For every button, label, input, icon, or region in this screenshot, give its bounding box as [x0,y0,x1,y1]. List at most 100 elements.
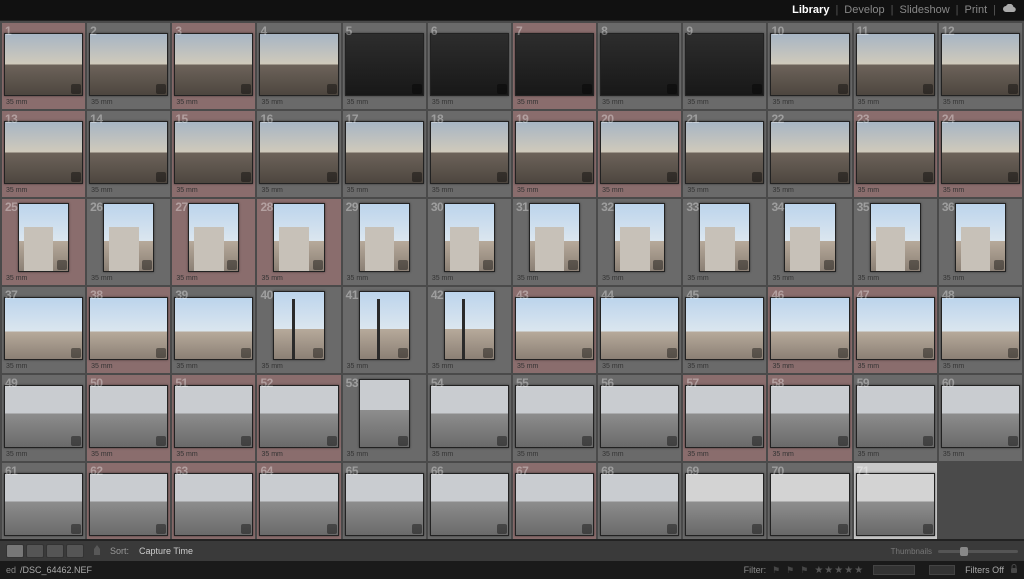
thumbnail-image[interactable] [600,33,679,96]
thumbnail-cell[interactable]: 5535 mm [513,375,596,461]
flag-filter-icon[interactable]: ⚑ [786,565,794,576]
thumbnail-image[interactable] [430,473,509,536]
thumbnail-cell[interactable]: 3235 mm [598,199,681,285]
thumbnail-cell[interactable]: 5335 mm [343,375,426,461]
thumbnail-cell[interactable]: 6835 mm [598,463,681,540]
thumbnail-cell[interactable]: 4835 mm [939,287,1022,373]
thumbnail-image[interactable] [345,33,424,96]
thumbnail-image[interactable] [870,203,921,272]
thumbnail-cell[interactable]: 7135 mm [854,463,937,540]
thumbnail-cell[interactable]: 635 mm [428,23,511,109]
thumbnail-image[interactable] [273,291,324,360]
thumbnail-cell[interactable]: 2435 mm [939,111,1022,197]
thumbnail-image[interactable] [174,297,253,360]
thumbnail-cell[interactable]: 1635 mm [257,111,340,197]
thumbnail-image[interactable] [4,385,83,448]
thumbnail-cell[interactable]: 6735 mm [513,463,596,540]
flag-filter-icon[interactable]: ⚑ [800,565,808,576]
thumbnail-cell[interactable]: 5735 mm [683,375,766,461]
thumbnail-cell[interactable]: 835 mm [598,23,681,109]
thumbnail-cell[interactable]: 3335 mm [683,199,766,285]
thumbnail-image[interactable] [89,297,168,360]
thumbnail-image[interactable] [685,121,764,184]
thumbnail-cell[interactable]: 7035 mm [768,463,851,540]
color-label-filter[interactable] [873,565,915,575]
flag-filter-icon[interactable]: ⚑ [772,565,780,576]
thumbnail-image[interactable] [188,203,239,272]
thumbnail-cell[interactable]: 5235 mm [257,375,340,461]
thumbnail-image[interactable] [273,203,324,272]
thumbnail-cell[interactable]: 2535 mm [2,199,85,285]
painter-icon[interactable] [92,544,102,558]
thumbnail-image[interactable] [444,291,495,360]
thumbnail-image[interactable] [18,203,69,272]
thumbnail-image[interactable] [89,33,168,96]
thumbnail-image[interactable] [430,121,509,184]
thumbnail-cell[interactable]: 4135 mm [343,287,426,373]
thumbnail-image[interactable] [359,379,410,448]
thumbnail-cell[interactable]: 4435 mm [598,287,681,373]
thumbnail-image[interactable] [685,33,764,96]
thumbnail-cell[interactable]: 2835 mm [257,199,340,285]
thumbnail-cell[interactable]: 1435 mm [87,111,170,197]
thumbnail-image[interactable] [685,297,764,360]
thumbnail-cell[interactable]: 5035 mm [87,375,170,461]
thumbnail-cell[interactable]: 4335 mm [513,287,596,373]
module-slideshow[interactable]: Slideshow [894,4,956,16]
compare-view-button[interactable] [46,544,64,558]
thumbnail-image[interactable] [4,297,83,360]
thumbnail-cell[interactable]: 335 mm [172,23,255,109]
thumbnail-cell[interactable]: 1835 mm [428,111,511,197]
thumbnail-image[interactable] [770,473,849,536]
thumbnail-image[interactable] [515,297,594,360]
thumbnail-cell[interactable]: 3035 mm [428,199,511,285]
thumbnail-cell[interactable]: 6935 mm [683,463,766,540]
thumbnail-image[interactable] [345,121,424,184]
thumbnail-cell[interactable]: 2635 mm [87,199,170,285]
thumbnail-cell[interactable]: 6235 mm [87,463,170,540]
thumbnail-image[interactable] [770,297,849,360]
thumbnail-cell[interactable]: 5435 mm [428,375,511,461]
thumbnail-cell[interactable]: 6135 mm [2,463,85,540]
thumbnail-image[interactable] [941,33,1020,96]
thumbnail-size-slider[interactable] [938,550,1018,553]
thumbnail-image[interactable] [89,385,168,448]
thumbnail-cell[interactable]: 435 mm [257,23,340,109]
thumbnail-image[interactable] [770,385,849,448]
sort-field-dropdown[interactable]: Capture Time [139,546,193,556]
thumbnail-cell[interactable]: 935 mm [683,23,766,109]
thumbnail-image[interactable] [259,473,338,536]
thumbnail-cell[interactable]: 2935 mm [343,199,426,285]
thumbnail-image[interactable] [430,33,509,96]
thumbnail-cell[interactable]: 3135 mm [513,199,596,285]
cloud-sync-icon[interactable] [1002,4,1016,17]
thumbnail-image[interactable] [699,203,750,272]
thumbnail-cell[interactable]: 235 mm [87,23,170,109]
thumbnail-image[interactable] [174,385,253,448]
thumbnail-image[interactable] [770,33,849,96]
thumbnail-cell[interactable]: 2135 mm [683,111,766,197]
thumbnail-image[interactable] [941,297,1020,360]
thumbnail-image[interactable] [259,121,338,184]
thumbnail-image[interactable] [4,121,83,184]
thumbnail-image[interactable] [515,385,594,448]
thumbnail-cell[interactable]: 3835 mm [87,287,170,373]
thumbnail-cell[interactable]: 5835 mm [768,375,851,461]
thumbnail-cell[interactable]: 6635 mm [428,463,511,540]
thumbnail-cell[interactable]: 1135 mm [854,23,937,109]
thumbnail-image[interactable] [955,203,1006,272]
thumbnail-cell[interactable]: 2235 mm [768,111,851,197]
thumbnail-cell[interactable]: 6035 mm [939,375,1022,461]
thumbnail-image[interactable] [89,473,168,536]
thumbnail-image[interactable] [856,473,935,536]
thumbnail-cell[interactable]: 4535 mm [683,287,766,373]
thumbnail-image[interactable] [259,385,338,448]
thumbnail-image[interactable] [685,385,764,448]
thumbnail-cell[interactable]: 4935 mm [2,375,85,461]
thumbnail-cell[interactable]: 3935 mm [172,287,255,373]
survey-view-button[interactable] [66,544,84,558]
thumbnail-image[interactable] [515,121,594,184]
thumbnail-cell[interactable]: 3435 mm [768,199,851,285]
thumbnail-image[interactable] [174,121,253,184]
thumbnail-cell[interactable]: 4035 mm [257,287,340,373]
